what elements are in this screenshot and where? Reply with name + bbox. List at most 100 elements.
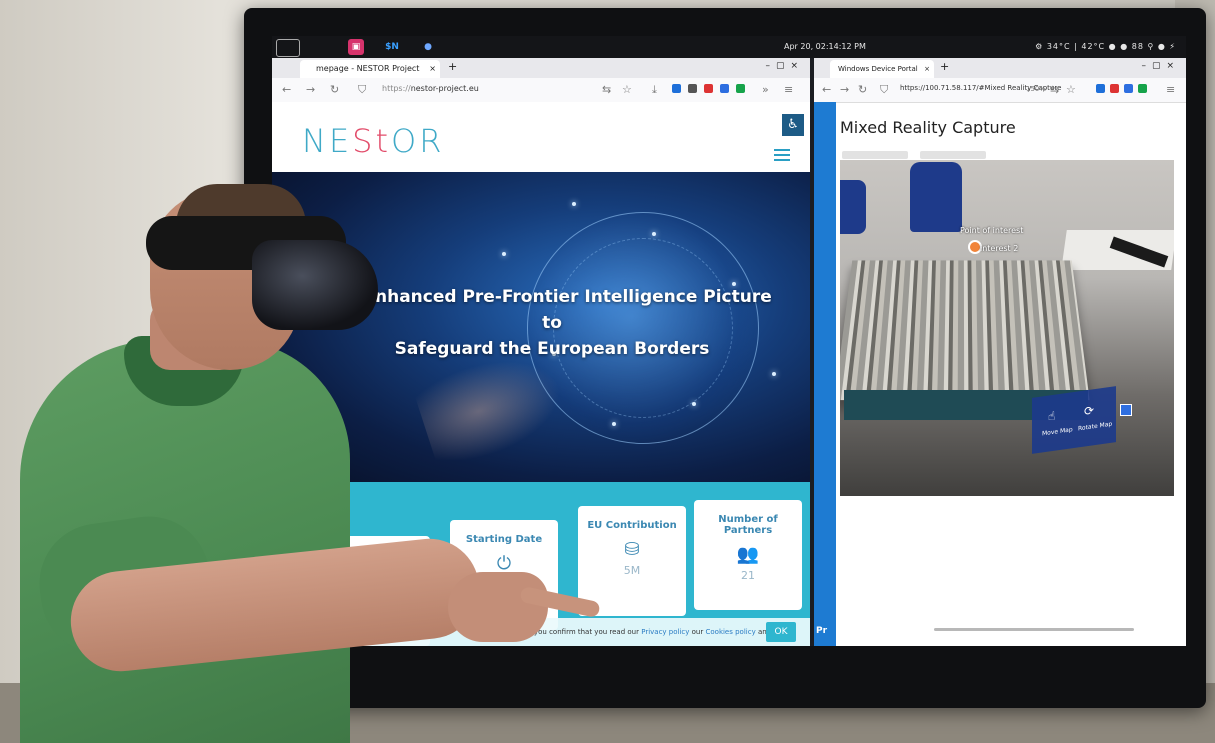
poi-label: Point of interest — [960, 226, 1024, 235]
close-tab-icon[interactable]: × — [924, 60, 930, 78]
extension-icon[interactable] — [704, 84, 713, 93]
launcher-icon[interactable] — [276, 39, 300, 57]
holo-handle-icon — [1120, 404, 1132, 416]
stat-title: Starting Date — [465, 534, 543, 545]
url-bar: ← → ↻ ⛉ https://nestor-project.eu ⇆ ☆ ⤓ … — [272, 78, 810, 103]
back-icon[interactable]: ← — [822, 83, 831, 96]
new-tab-icon[interactable]: + — [940, 60, 949, 73]
mixed-reality-preview: Point of interest interest 2 ☝ ⟳ Move Ma… — [840, 160, 1174, 496]
stat-title: Number of Partners — [718, 514, 778, 536]
network-dot — [612, 422, 616, 426]
site-header: NEStOR ♿ — [272, 102, 810, 172]
accessibility-icon[interactable]: ♿ — [782, 114, 804, 136]
capture-button-1[interactable] — [842, 151, 908, 159]
cookies-policy-link[interactable]: Cookies policy — [705, 628, 755, 636]
network-dot — [692, 402, 696, 406]
address-field[interactable]: https://nestor-project.eu — [382, 84, 479, 93]
browser-window-nestor: mepage - NESTOR Project × + –▢× ← → ↻ ⛉ … — [272, 58, 810, 646]
translate-icon[interactable]: ⇆ — [1050, 83, 1059, 96]
horizontal-scrollbar[interactable] — [934, 628, 1134, 631]
tab-nestor-homepage[interactable]: mepage - NESTOR Project × — [300, 60, 440, 78]
poi-label-2: interest 2 — [980, 244, 1019, 253]
hourglass-icon: ⧗ — [369, 569, 383, 590]
forward-icon[interactable]: → — [840, 83, 849, 96]
translate-icon[interactable]: ⇆ — [602, 83, 611, 96]
bookmark-star-icon[interactable]: ☆ — [1066, 83, 1076, 96]
holo-label-b: Rotate Map — [1078, 420, 1113, 433]
hero-title-line2: Safeguard the European Borders — [394, 339, 710, 359]
system-tray[interactable]: ⚙ 34°C | 42°C ● ● 88 ⚲ ● ⚡ — [1035, 42, 1176, 51]
app-icon-finance[interactable]: $N — [384, 39, 400, 55]
logo-text-end: OR — [391, 122, 445, 160]
extension-icon[interactable] — [1138, 84, 1147, 93]
download-icon[interactable]: ⤓ — [652, 83, 657, 97]
reload-icon[interactable]: ↻ — [858, 83, 867, 96]
url-host: nestor-project.eu — [410, 84, 479, 93]
network-dot — [652, 232, 656, 236]
office-chair — [840, 180, 866, 234]
cookie-banner: you confirm that you read our Privacy po… — [272, 618, 810, 646]
hero-title-line1: An Enhanced Pre-Frontier Intelligence Pi… — [332, 287, 772, 333]
tab-strip: Windows Device Portal × + –▢× — [814, 58, 1186, 78]
shield-icon[interactable]: ⛉ — [358, 83, 366, 97]
privacy-policy-link[interactable]: Privacy policy — [641, 628, 689, 636]
hero-title: An Enhanced Pre-Frontier Intelligence Pi… — [332, 284, 772, 362]
zoom-level[interactable]: 150% — [1026, 85, 1046, 93]
tab-title: mepage - NESTOR Project — [316, 64, 420, 73]
menu-icon[interactable]: ≡ — [784, 83, 793, 96]
users-icon: 👥 — [736, 544, 760, 565]
stat-card-eu-contribution: EU Contribution ⛁ 5M — [578, 506, 686, 616]
holo-label-a: Move Map — [1042, 426, 1073, 438]
stat-title: EU Contribution — [587, 520, 677, 531]
coins-icon: ⛁ — [624, 539, 640, 560]
window-controls[interactable]: –▢× — [1141, 61, 1180, 71]
os-top-bar: ▣ $N ● Apr 20, 02:14:12 PM ⚙ 34°C | 42°C… — [272, 36, 1186, 58]
rotate-icon: ⟳ — [1084, 403, 1095, 419]
extension-icon[interactable] — [672, 84, 681, 93]
power-icon: ⏻ — [496, 553, 512, 574]
cookie-ok-button[interactable]: OK — [766, 622, 796, 642]
app-icon-media[interactable]: ▣ — [348, 39, 364, 55]
network-dot — [772, 372, 776, 376]
stat-value: 5M — [623, 564, 641, 577]
new-tab-icon[interactable]: + — [448, 60, 457, 73]
reload-icon[interactable]: ↻ — [330, 83, 339, 96]
logo-text-start: NE — [302, 122, 353, 160]
tab-windows-device-portal[interactable]: Windows Device Portal × — [830, 60, 934, 78]
extension-icon[interactable] — [1124, 84, 1133, 93]
move-icon: ☝ — [1048, 408, 1056, 424]
app-icon-chat[interactable]: ● — [420, 39, 436, 55]
back-icon[interactable]: ← — [282, 83, 291, 96]
rail-label: Pr — [816, 626, 828, 636]
cookie-message: you confirm that you read our Privacy po… — [534, 628, 771, 636]
holographic-control-panel: ☝ ⟳ Move Map Rotate Map — [1032, 386, 1116, 454]
network-dot — [502, 252, 506, 256]
window-controls[interactable]: –▢× — [765, 61, 804, 71]
network-dot — [572, 202, 576, 206]
logo-text-mid: St — [352, 122, 392, 160]
hero-banner: An Enhanced Pre-Frontier Intelligence Pi… — [272, 172, 810, 482]
extension-icon[interactable] — [688, 84, 697, 93]
extension-icon[interactable] — [736, 84, 745, 93]
menu-icon[interactable]: ≡ — [1166, 83, 1175, 96]
close-tab-icon[interactable]: × — [429, 60, 436, 78]
forward-icon[interactable]: → — [306, 83, 315, 96]
display-screen: ▣ $N ● Apr 20, 02:14:12 PM ⚙ 34°C | 42°C… — [272, 36, 1186, 646]
url-protocol: https:// — [382, 84, 411, 93]
portal-side-rail[interactable]: Pr — [814, 102, 836, 646]
stat-card-starting-date: Starting Date ⏻ — [450, 520, 558, 630]
stat-title: Duration — [351, 550, 401, 561]
cookie-and: our — [691, 628, 704, 636]
extension-icon[interactable] — [720, 84, 729, 93]
nestor-logo[interactable]: NEStOR — [302, 122, 444, 160]
browser-window-device-portal: Windows Device Portal × + –▢× ← → ↻ ⛉ ht… — [814, 58, 1186, 646]
extension-icon[interactable] — [1110, 84, 1119, 93]
stat-value: 18 Months — [347, 594, 405, 607]
url-bar: ← → ↻ ⛉ https://100.71.58.117/#Mixed Rea… — [814, 78, 1186, 103]
hamburger-menu-icon[interactable] — [774, 146, 790, 164]
overflow-icon[interactable]: » — [762, 83, 769, 96]
shield-icon[interactable]: ⛉ — [880, 83, 888, 97]
extension-icon[interactable] — [1096, 84, 1105, 93]
bookmark-star-icon[interactable]: ☆ — [622, 83, 632, 96]
capture-button-2[interactable] — [920, 151, 986, 159]
